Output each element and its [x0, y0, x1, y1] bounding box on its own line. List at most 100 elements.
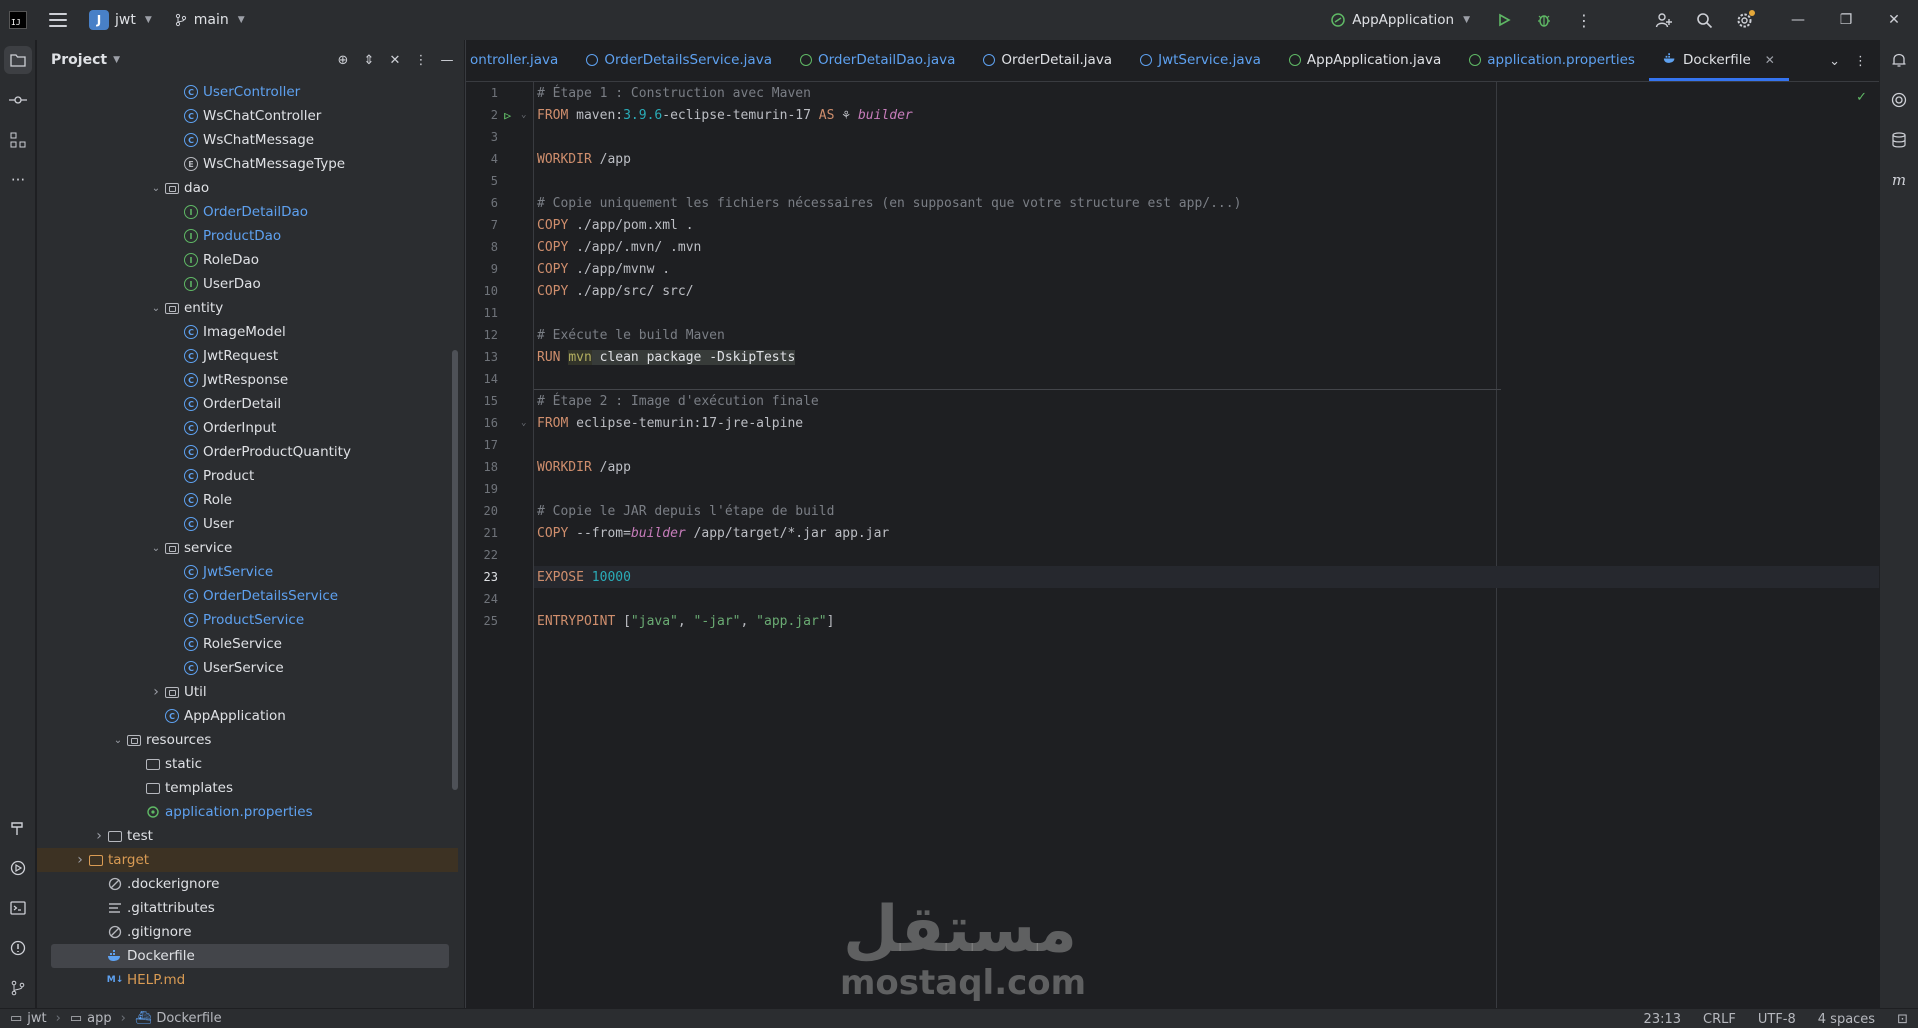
tree-item[interactable]: ⌄ entity — [37, 296, 458, 320]
code-line[interactable]: 22 — [484, 544, 1880, 566]
tree-item[interactable]: .dockerignore — [37, 872, 458, 896]
breadcrumb-item-file[interactable]: Dockerfile — [156, 1011, 221, 1026]
tree-item[interactable]: C JwtResponse — [37, 368, 458, 392]
line-separator[interactable]: CRLF — [1703, 1012, 1736, 1027]
tree-item[interactable]: C ImageModel — [37, 320, 458, 344]
locate-file-icon[interactable]: ⊕ — [332, 53, 354, 68]
tab-options-icon[interactable]: ⋮ — [1854, 54, 1867, 69]
tree-item[interactable]: C OrderInput — [37, 416, 458, 440]
tree-item[interactable]: C Product — [37, 464, 458, 488]
tree-item[interactable]: ⌄ resources — [37, 728, 458, 752]
code-line[interactable]: 2 ▷▷ ⌄ FROM maven:3.9.6-eclipse-temurin-17 … — [491, 104, 1880, 126]
editor-tab[interactable]: OrderDetailsService.java — [572, 40, 786, 81]
terminal-icon[interactable] — [0, 888, 36, 928]
code-line[interactable]: 10 COPY ./app/src/ src/ — [484, 280, 1880, 302]
code-line[interactable]: 14 — [484, 368, 1501, 390]
chevron-down-icon[interactable]: ⌄ — [148, 183, 164, 194]
editor-tab[interactable]: ontroller.java — [466, 40, 572, 81]
chevron-down-icon[interactable]: ⌄ — [110, 735, 126, 746]
more-tools-icon[interactable]: ··· — [0, 160, 36, 200]
close-tab-icon[interactable]: ✕ — [1765, 53, 1775, 67]
tree-item[interactable]: I UserDao — [37, 272, 458, 296]
project-switcher[interactable]: J jwt ▼ — [89, 10, 152, 30]
code-line[interactable]: 17 — [484, 434, 1880, 456]
project-tool-icon[interactable] — [4, 46, 32, 74]
tree-item[interactable]: C Role — [37, 488, 458, 512]
tree-item[interactable]: C User — [37, 512, 458, 536]
chevron-down-icon[interactable]: ⌄ — [148, 303, 164, 314]
tree-item[interactable]: C RoleService — [37, 632, 458, 656]
editor-tab[interactable]: OrderDetail.java — [969, 40, 1126, 81]
chevron-right-icon[interactable]: › — [91, 828, 107, 844]
breadcrumb-item-module[interactable]: app — [87, 1011, 111, 1026]
read-only-lock-icon[interactable]: ⊡ — [1897, 1012, 1908, 1027]
expand-all-icon[interactable]: ⇕ — [358, 53, 380, 68]
more-actions-icon[interactable]: ⋮ — [1564, 0, 1604, 40]
code-line[interactable]: 24 — [484, 588, 1880, 610]
tree-item[interactable]: ⌄ service — [37, 536, 458, 560]
tree-item[interactable]: › Util — [37, 680, 458, 704]
code-line[interactable]: 4 WORKDIR /app — [491, 148, 1880, 170]
editor-tab[interactable]: Dockerfile ✕ — [1648, 40, 1789, 81]
code-line[interactable]: 19 — [484, 478, 1880, 500]
fold-chevron-icon[interactable]: ⌄ — [521, 110, 526, 120]
tab-list-chevron-icon[interactable]: ⌄ — [1829, 54, 1840, 69]
tree-item[interactable]: C OrderDetailsService — [37, 584, 458, 608]
code-line[interactable]: 13 RUN mvn clean package -DskipTests — [484, 346, 1880, 368]
code-line[interactable]: 1 # Étape 1 : Construction avec Maven — [491, 82, 1880, 104]
code-line[interactable]: 12 # Exécute le build Maven — [484, 324, 1880, 346]
tree-item[interactable]: templates — [37, 776, 458, 800]
options-icon[interactable]: ⋮ — [410, 53, 432, 68]
code-line[interactable]: 15 # Étape 2 : Image d'exécution finale — [484, 390, 1880, 412]
run-gutter-icon[interactable]: ▷▷ — [504, 109, 513, 122]
structure-tool-icon[interactable] — [0, 120, 36, 160]
project-tree-scrollbar[interactable] — [452, 350, 458, 790]
tree-item[interactable]: .gitattributes — [37, 896, 458, 920]
no-problems-check-icon[interactable]: ✓ — [1856, 90, 1867, 105]
tree-item[interactable]: Dockerfile — [51, 944, 449, 968]
chevron-down-icon[interactable]: ▼ — [113, 55, 120, 65]
chevron-down-icon[interactable]: ⌄ — [148, 543, 164, 554]
tree-item[interactable]: › target — [37, 848, 458, 872]
code-line[interactable]: 8 COPY ./app/.mvn/ .mvn — [491, 236, 1880, 258]
tree-item[interactable]: application.properties — [37, 800, 458, 824]
code-line[interactable]: 9 COPY ./app/mvnw . — [491, 258, 1880, 280]
editor-tab[interactable]: OrderDetailDao.java — [786, 40, 969, 81]
editor-tab[interactable]: JwtService.java — [1126, 40, 1275, 81]
build-hammer-icon[interactable] — [0, 808, 36, 848]
git-icon[interactable] — [0, 968, 36, 1008]
tree-item[interactable]: I ProductDao — [37, 224, 458, 248]
file-encoding[interactable]: UTF-8 — [1758, 1012, 1796, 1027]
tree-item[interactable]: C ProductService — [37, 608, 458, 632]
tree-item[interactable]: C WsChatController — [37, 104, 458, 128]
database-icon[interactable] — [1880, 120, 1918, 160]
code-line[interactable]: 3 — [491, 126, 1880, 148]
maven-icon[interactable]: m — [1880, 160, 1918, 200]
settings-gear-icon[interactable] — [1724, 0, 1764, 40]
chevron-right-icon[interactable]: › — [148, 684, 164, 700]
notifications-bell-icon[interactable] — [1880, 40, 1918, 80]
tree-item[interactable]: C AppApplication — [37, 704, 458, 728]
code-line[interactable]: 16 ⌄ FROM eclipse-temurin:17-jre-alpine — [484, 412, 1880, 434]
code-line[interactable]: 23 EXPOSE 10000 — [484, 566, 1880, 588]
tree-item[interactable]: C JwtService — [37, 560, 458, 584]
code-line[interactable]: 11 — [484, 302, 1880, 324]
tree-item[interactable]: C JwtRequest — [37, 344, 458, 368]
tree-item[interactable]: C WsChatMessage — [37, 128, 458, 152]
restore-window-icon[interactable]: ❐ — [1822, 0, 1870, 40]
code-line[interactable]: 18 WORKDIR /app — [484, 456, 1880, 478]
tree-item[interactable]: I RoleDao — [37, 248, 458, 272]
tree-item[interactable]: M↓ HELP.md — [37, 968, 458, 992]
problems-icon[interactable] — [0, 928, 36, 968]
collapse-all-icon[interactable]: ✕ — [384, 53, 406, 68]
code-line[interactable]: 21 COPY --from=builder /app/target/*.jar … — [484, 522, 1880, 544]
tree-item[interactable]: › test — [37, 824, 458, 848]
main-menu-icon[interactable] — [49, 13, 67, 27]
editor-tab[interactable]: application.properties — [1455, 40, 1649, 81]
editor-tab[interactable]: AppApplication.java — [1275, 40, 1455, 81]
tree-item[interactable]: C OrderProductQuantity — [37, 440, 458, 464]
breadcrumb-item-project[interactable]: jwt — [27, 1011, 46, 1026]
tree-item[interactable]: C UserController — [37, 80, 458, 104]
code-line[interactable]: 5 — [491, 170, 1880, 192]
code-line[interactable]: 6 # Copie uniquement les fichiers nécessa… — [491, 192, 1880, 214]
